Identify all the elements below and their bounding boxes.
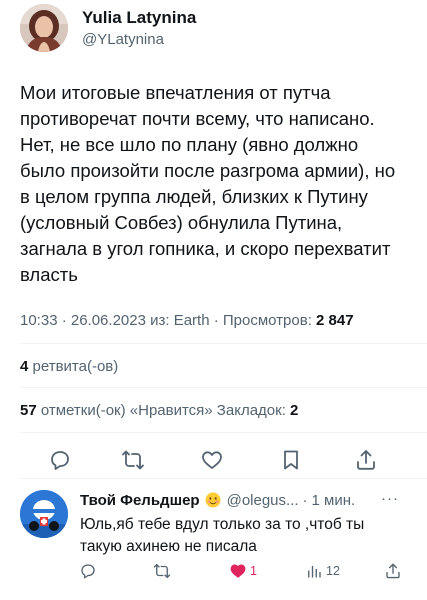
author-handle[interactable]: @YLatynina [82,30,196,50]
share-icon [357,450,375,470]
likes-label: отметки(-ок) «Нравится» Закладок: [36,402,291,419]
tweet-timestamp[interactable]: 10:33 · 26.06.2023 из: Earth · Просмотро… [20,312,316,329]
reply-views-count: 12 [326,564,340,578]
author-display-name[interactable]: Yulia Latynina [82,7,196,28]
reply-tweet[interactable]: Твой Фельдшер @olegus... · 1 мин. ··· Юл… [0,478,427,600]
author-block: Yulia Latynina @YLatynina [82,7,196,50]
likes-count: 57 [20,402,37,419]
divider [20,432,427,433]
reply-button[interactable] [45,445,75,475]
tweet-views-count: 2 847 [316,312,354,329]
reply-like-count: 1 [250,564,257,578]
tweet-text: Мои итоговые впечатления от путча против… [20,82,396,285]
more-options-icon[interactable]: ··· [381,490,399,507]
likes-bookmarks-stat[interactable]: 57 отметки(-ок) «Нравится» Закладок: 2 [20,402,298,419]
reply-text: Юль,яб тебе вдул только за то ,чтоб ты т… [80,516,365,555]
share-icon [386,563,400,579]
reply-views-button[interactable]: 12 [305,560,340,582]
analytics-icon [308,565,321,578]
retweets-label: ретвита(-ов) [28,358,119,375]
retweet-icon [122,450,144,470]
reply-timestamp[interactable]: 1 мин. [312,492,356,509]
reply-author-avatar[interactable] [20,490,68,538]
reply-action-bar: 1 12 [0,560,427,584]
reply-like-button[interactable]: 1 [229,560,257,582]
retweets-stat[interactable]: 4 ретвита(-ов) [20,358,118,375]
divider [20,387,427,388]
reply-share-button[interactable] [384,560,402,582]
heart-icon [202,451,222,469]
smiling-face-emoji-icon [205,492,221,508]
reply-icon [51,451,69,470]
divider [20,343,427,344]
heart-icon [230,564,246,578]
bookmark-icon [284,450,298,470]
share-button[interactable] [351,445,381,475]
separator-dot: · [302,491,308,509]
bookmarks-count: 2 [290,402,299,419]
reply-reply-button[interactable] [79,560,97,582]
reply-author-name[interactable]: Твой Фельдшер [80,492,200,509]
author-avatar[interactable] [20,4,68,52]
bookmark-button[interactable] [276,445,306,475]
reply-retweet-button[interactable] [153,560,171,582]
tweet-meta: 10:33 · 26.06.2023 из: Earth · Просмотро… [20,312,354,329]
reply-header: Твой Фельдшер @olegus... · 1 мин. [80,490,420,510]
tweet-action-bar [0,443,427,477]
like-button[interactable] [197,445,227,475]
retweet-button[interactable] [118,445,148,475]
tweet-header: Yulia Latynina @YLatynina [20,0,196,56]
retweet-icon [153,563,171,579]
reply-author-handle[interactable]: @olegus... [227,492,299,509]
reply-icon [81,564,95,579]
